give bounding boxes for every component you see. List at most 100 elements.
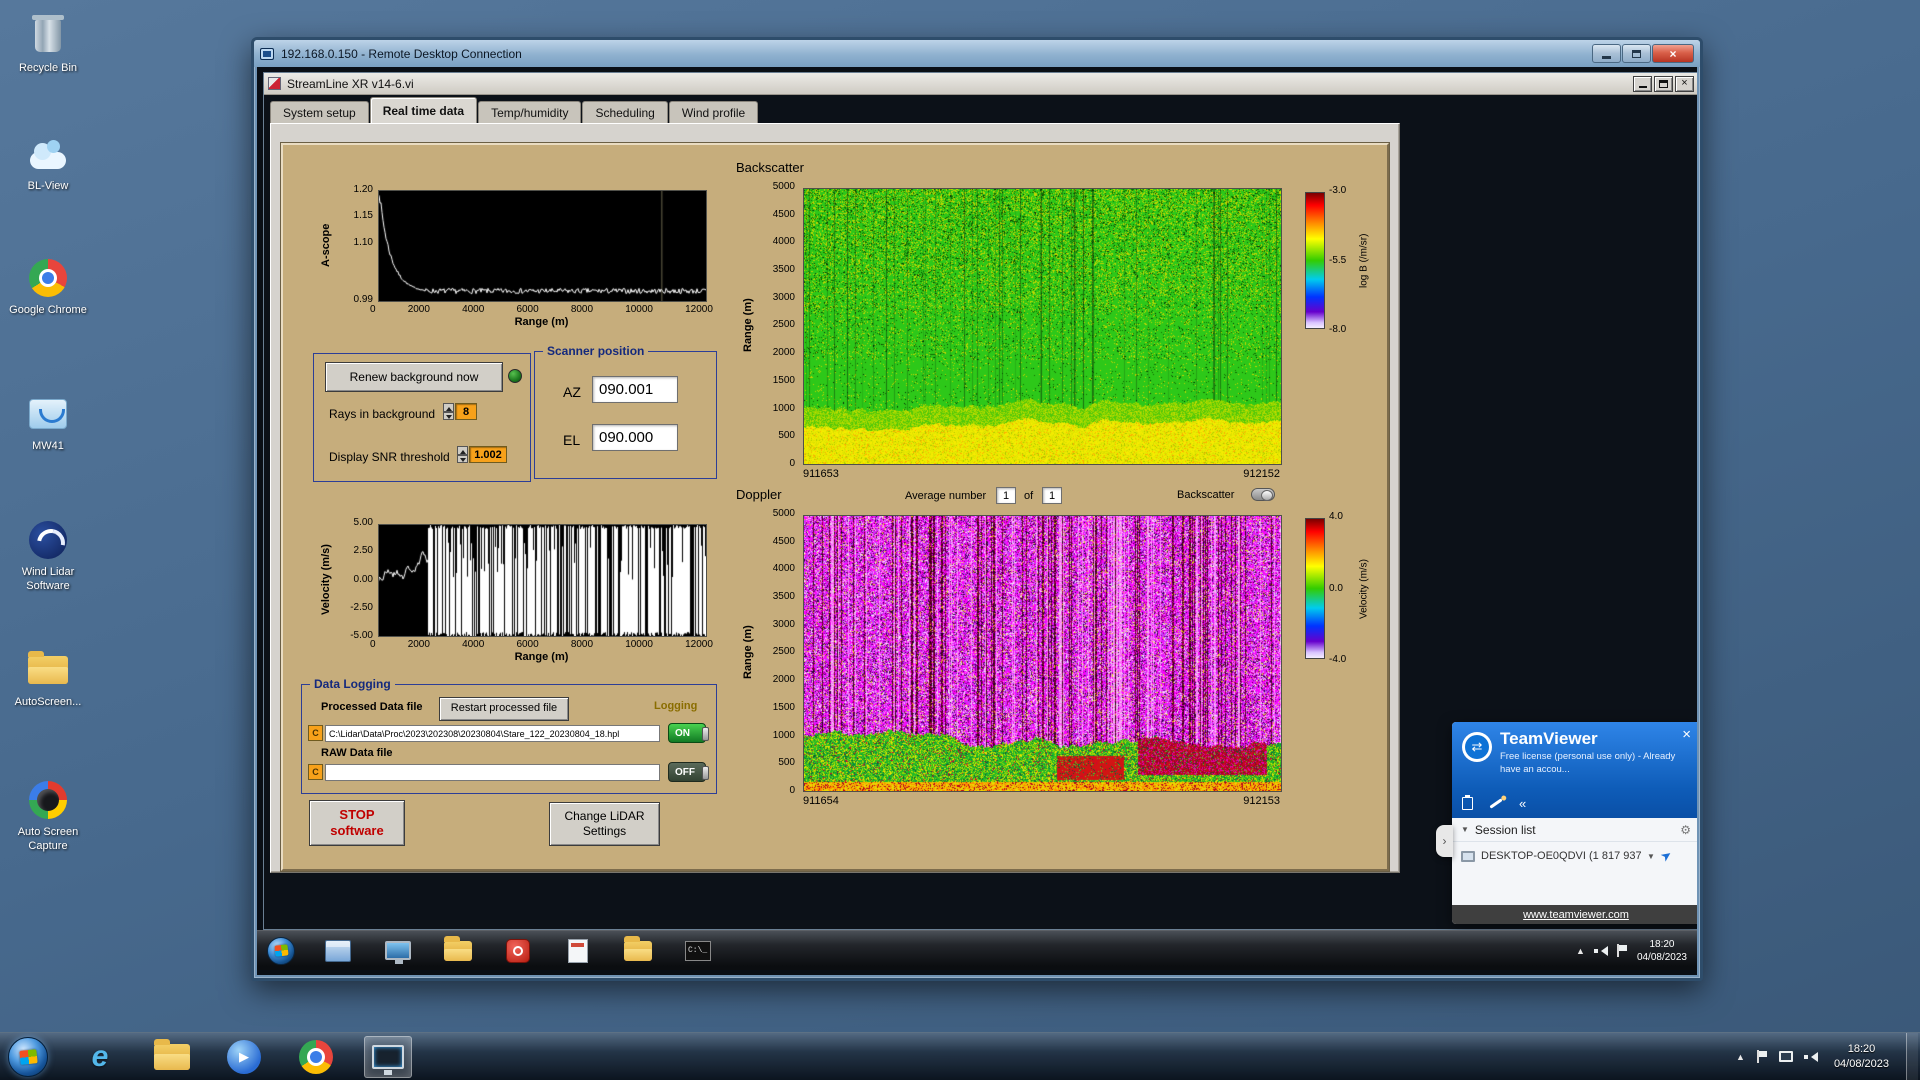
volume-icon[interactable] bbox=[1593, 945, 1608, 957]
raw-path-field[interactable] bbox=[325, 764, 660, 781]
az-value-field[interactable]: 090.001 bbox=[592, 376, 678, 403]
rdp-close-button[interactable]: × bbox=[1652, 44, 1694, 63]
brush-icon[interactable] bbox=[1489, 798, 1503, 809]
remote-task-window[interactable] bbox=[321, 937, 355, 965]
processed-data-file-label: Processed Data file bbox=[321, 701, 423, 713]
tab-temp-humidity[interactable]: Temp/humidity bbox=[478, 101, 582, 123]
scanner-position-group: Scanner position AZ 090.001 EL 090.000 bbox=[534, 344, 717, 479]
tick-label: 2000 bbox=[772, 674, 795, 686]
processed-path-field[interactable]: C:\Lidar\Data\Proc\2023\202308\20230804\… bbox=[325, 725, 660, 742]
app-minimize-button[interactable] bbox=[1633, 75, 1652, 92]
change-lidar-settings-button[interactable]: Change LiDAR Settings bbox=[549, 802, 660, 846]
start-button[interactable] bbox=[8, 1036, 48, 1077]
rdp-titlebar[interactable]: 192.168.0.150 - Remote Desktop Connectio… bbox=[254, 40, 1700, 67]
desktop-icon-bl-view[interactable]: BL-View bbox=[0, 132, 96, 194]
app-maximize-button[interactable] bbox=[1654, 75, 1673, 92]
taskbar-internet-explorer[interactable]: e bbox=[76, 1036, 124, 1078]
collapse-left-icon[interactable]: « bbox=[1519, 796, 1526, 811]
tick-label: 4000 bbox=[462, 639, 485, 650]
tray-expand-icon[interactable]: ▲ bbox=[1736, 1052, 1745, 1062]
session-list-row[interactable]: ▼ Session list ⚙ bbox=[1452, 818, 1697, 842]
show-desktop-button[interactable] bbox=[1906, 1032, 1918, 1080]
streamline-titlebar[interactable]: StreamLine XR v14-6.vi × bbox=[264, 73, 1697, 95]
taskbar-media-player[interactable]: ▶ bbox=[220, 1036, 268, 1078]
tick-label: 5000 bbox=[772, 508, 795, 519]
taskbar-chrome[interactable] bbox=[292, 1036, 340, 1078]
connect-cursor-icon[interactable]: ➤ bbox=[1657, 846, 1675, 865]
teamviewer-collapse-tab[interactable]: › bbox=[1436, 825, 1453, 857]
scanner-position-title: Scanner position bbox=[543, 344, 649, 358]
snr-spinner[interactable] bbox=[457, 446, 468, 463]
rdp-maximize-button[interactable] bbox=[1622, 44, 1651, 63]
backscatter-colorbar bbox=[1305, 192, 1325, 329]
taskbar-explorer[interactable] bbox=[148, 1036, 196, 1078]
teamviewer-logo-icon: ⇄ bbox=[1462, 732, 1492, 762]
tab-wind-profile[interactable]: Wind profile bbox=[668, 101, 759, 123]
el-value-field[interactable]: 090.000 bbox=[592, 424, 678, 451]
average-number-field[interactable]: 1 bbox=[996, 487, 1016, 504]
tick-label: 500 bbox=[778, 757, 795, 769]
desktop-icon-auto-screen-capture[interactable]: Auto Screen Capture bbox=[0, 778, 96, 854]
remote-task-monitor[interactable] bbox=[381, 937, 415, 965]
rays-value-field[interactable]: 8 bbox=[455, 403, 477, 420]
remote-clock[interactable]: 18:20 04/08/2023 bbox=[1637, 938, 1687, 964]
snr-value-field[interactable]: 1.002 bbox=[469, 446, 507, 463]
el-label: EL bbox=[563, 432, 581, 448]
cmd-icon: C:\_ bbox=[685, 940, 711, 961]
desktop-icon-label: BL-View bbox=[27, 180, 69, 192]
remote-task-document-app[interactable] bbox=[561, 937, 595, 965]
remote-start-button[interactable] bbox=[267, 936, 295, 965]
tray-expand-icon[interactable]: ▲ bbox=[1576, 946, 1585, 956]
gear-icon[interactable]: ⚙ bbox=[1680, 823, 1691, 837]
restart-processed-file-button[interactable]: Restart processed file bbox=[439, 697, 569, 721]
tick-label: 3500 bbox=[772, 264, 795, 276]
ascope-plot bbox=[378, 190, 707, 302]
chevron-down-icon[interactable]: ▼ bbox=[1647, 852, 1655, 861]
rays-spinner[interactable] bbox=[443, 403, 454, 420]
renew-background-button[interactable]: Renew background now bbox=[325, 362, 503, 392]
action-center-flag-icon[interactable] bbox=[1756, 1050, 1768, 1063]
stop-software-button[interactable]: STOP software bbox=[309, 800, 405, 846]
tab-scheduling[interactable]: Scheduling bbox=[582, 101, 668, 123]
app-close-button[interactable]: × bbox=[1675, 75, 1694, 92]
tab-system-setup[interactable]: System setup bbox=[270, 101, 369, 123]
raw-logging-toggle[interactable]: OFF bbox=[668, 762, 709, 782]
desktop-icon-mw41[interactable]: MW41 bbox=[0, 392, 96, 454]
desktop-icon-autoscreen[interactable]: AutoScreen... bbox=[0, 648, 96, 710]
remote-task-cmd[interactable]: C:\_ bbox=[681, 937, 715, 965]
processed-logging-toggle[interactable]: ON bbox=[668, 723, 709, 743]
backscatter-toggle[interactable] bbox=[1251, 488, 1275, 501]
teamviewer-header: ⇄ TeamViewer Free license (personal use … bbox=[1452, 722, 1697, 818]
desktop-icon-google-chrome[interactable]: Google Chrome bbox=[0, 256, 96, 318]
network-icon[interactable] bbox=[1778, 1051, 1793, 1062]
clipboard-icon[interactable] bbox=[1462, 795, 1473, 810]
taskbar-remote-desktop-active[interactable] bbox=[364, 1035, 412, 1078]
tick-label: 4000 bbox=[462, 304, 485, 315]
tick-label: 3500 bbox=[772, 591, 795, 603]
desktop-icon-wind-lidar[interactable]: Wind Lidar Software bbox=[0, 518, 96, 594]
backscatter-y-axis-label: Range (m) bbox=[742, 298, 754, 353]
rdp-minimize-button[interactable] bbox=[1592, 44, 1621, 63]
volume-icon[interactable] bbox=[1803, 1051, 1818, 1063]
background-controls-group: Renew background now Rays in background … bbox=[313, 353, 531, 482]
tick-label: 2.50 bbox=[353, 545, 373, 557]
notification-flag-icon[interactable] bbox=[1616, 944, 1628, 957]
taskbar-icons: e ▶ bbox=[76, 1035, 412, 1078]
remote-task-record-app[interactable] bbox=[501, 937, 535, 965]
host-clock[interactable]: 18:20 04/08/2023 bbox=[1834, 1042, 1889, 1072]
tick-label: 2500 bbox=[772, 319, 795, 331]
tick-label: 10000 bbox=[625, 304, 653, 315]
remote-task-folder2[interactable] bbox=[621, 935, 655, 965]
desktop-icon-recycle-bin[interactable]: Recycle Bin bbox=[0, 14, 96, 76]
teamviewer-close-icon[interactable]: × bbox=[1682, 726, 1691, 743]
windows-flag-icon bbox=[273, 944, 289, 957]
session-entry[interactable]: DESKTOP-OE0QDVI (1 817 937 ▼ ➤ bbox=[1452, 842, 1697, 870]
doppler-x-range: 911654 912153 bbox=[803, 795, 1280, 807]
of-label: of bbox=[1024, 490, 1034, 502]
average-total-field[interactable]: 1 bbox=[1042, 487, 1062, 504]
backscatter-y-ticks: 5000 4500 4000 3500 3000 2500 2000 1500 1000 500 0 bbox=[763, 182, 795, 469]
tick-label: 12000 bbox=[685, 639, 713, 650]
teamviewer-link[interactable]: www.teamviewer.com bbox=[1523, 909, 1629, 921]
remote-task-folder[interactable] bbox=[441, 935, 475, 965]
tab-real-time-data[interactable]: Real time data bbox=[369, 97, 478, 123]
